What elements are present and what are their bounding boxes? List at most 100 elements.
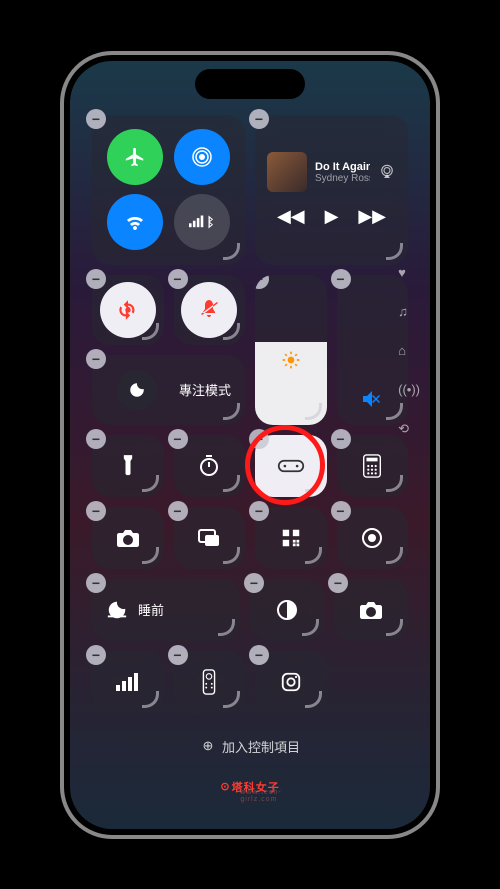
resize-handle[interactable]	[307, 693, 325, 711]
resize-handle[interactable]	[307, 477, 325, 495]
remove-button[interactable]: −	[331, 269, 351, 289]
sleep-label: 睡前	[138, 600, 164, 619]
screen-mirroring-tile[interactable]: −	[174, 507, 246, 569]
rewind-button[interactable]: ◀◀	[277, 206, 305, 227]
resize-handle[interactable]	[144, 477, 162, 495]
focus-mode-tile[interactable]: − 專注模式	[92, 355, 245, 425]
timer-icon	[197, 454, 221, 478]
airdrop-icon	[190, 145, 214, 169]
watermark-logo-icon: ⊙	[220, 780, 229, 793]
sleep-tile[interactable]: − 睡前	[92, 579, 240, 641]
dark-mode-tile[interactable]: −	[250, 579, 324, 641]
calculator-tile[interactable]: −	[337, 435, 409, 497]
remove-button[interactable]: −	[86, 645, 106, 665]
resize-handle[interactable]	[144, 693, 162, 711]
play-button[interactable]: ▶	[325, 206, 339, 227]
connectivity-group[interactable]: −	[92, 115, 245, 265]
cellular-bluetooth-icon	[189, 213, 215, 231]
camera-tile[interactable]: −	[92, 507, 164, 569]
broadcast-icon: ((•))	[398, 382, 420, 397]
camera-tile-2[interactable]: −	[334, 579, 408, 641]
resize-handle[interactable]	[388, 549, 406, 567]
remove-button[interactable]: −	[244, 573, 264, 593]
remote-tile[interactable]: −	[174, 651, 246, 713]
resize-handle[interactable]	[304, 621, 322, 639]
airplane-icon	[124, 146, 146, 168]
remove-button[interactable]: −	[249, 645, 269, 665]
resize-handle[interactable]	[225, 405, 243, 423]
flashlight-icon	[118, 453, 138, 479]
heart-icon: ♥	[398, 265, 420, 280]
remove-button[interactable]: −	[255, 275, 269, 289]
rotation-lock-tile[interactable]: −	[92, 275, 164, 345]
forward-button[interactable]: ▶▶	[358, 206, 386, 227]
remove-button[interactable]: −	[86, 429, 106, 449]
game-controller-tile[interactable]: −	[255, 435, 327, 497]
resize-handle[interactable]	[144, 549, 162, 567]
add-control-button[interactable]: ⊕ 加入控制項目	[92, 723, 408, 760]
remove-button[interactable]: −	[86, 501, 106, 521]
resize-handle[interactable]	[225, 693, 243, 711]
media-artist: Sydney Ross Mitch	[315, 173, 370, 184]
screen-record-icon	[360, 526, 384, 550]
plus-icon: ⊕	[200, 738, 216, 754]
screen-record-tile[interactable]: −	[337, 507, 409, 569]
phone-frame: ♥ ♫ ⌂ ((•)) ⟲ −	[60, 51, 440, 839]
remove-button[interactable]: −	[86, 269, 106, 289]
remove-button[interactable]: −	[331, 501, 351, 521]
remove-button[interactable]: −	[86, 109, 106, 129]
resize-handle[interactable]	[225, 549, 243, 567]
remove-button[interactable]: −	[86, 573, 106, 593]
remove-button[interactable]: −	[168, 645, 188, 665]
speaker-mute-icon	[360, 387, 384, 411]
loop-icon: ⟲	[398, 421, 420, 437]
rotation-lock-icon	[115, 297, 141, 323]
music-note-icon: ♫	[398, 304, 420, 319]
page-indicators[interactable]: ♥ ♫ ⌂ ((•)) ⟲	[398, 265, 420, 437]
cellular-bluetooth-toggle[interactable]	[174, 194, 230, 250]
bed-moon-icon	[106, 599, 128, 621]
remove-button[interactable]: −	[86, 349, 106, 369]
camera-icon	[359, 600, 383, 620]
flashlight-tile[interactable]: −	[92, 435, 164, 497]
remove-button[interactable]: −	[168, 269, 188, 289]
silent-bell-icon	[197, 298, 221, 322]
qr-scanner-icon	[280, 527, 302, 549]
social-icon	[280, 671, 302, 693]
remove-button[interactable]: −	[249, 429, 269, 449]
remove-button[interactable]: −	[168, 501, 188, 521]
remove-button[interactable]: −	[331, 429, 351, 449]
cellular-bars-icon	[116, 673, 140, 691]
resize-handle[interactable]	[220, 621, 238, 639]
album-art	[267, 152, 307, 192]
qr-scanner-tile[interactable]: −	[255, 507, 327, 569]
resize-handle[interactable]	[307, 549, 325, 567]
game-controller-icon	[277, 456, 305, 476]
moon-icon	[128, 381, 146, 399]
brightness-slider[interactable]: −	[255, 275, 327, 425]
remove-button[interactable]: −	[168, 429, 188, 449]
remove-button[interactable]: −	[249, 501, 269, 521]
resize-handle[interactable]	[388, 245, 406, 263]
airplay-icon[interactable]	[378, 163, 396, 181]
resize-handle[interactable]	[388, 477, 406, 495]
cellular-bars-tile[interactable]: −	[92, 651, 164, 713]
social-tile[interactable]: −	[255, 651, 327, 713]
watermark-url: www.tech-girlz.com	[240, 789, 281, 803]
wifi-icon	[123, 210, 147, 234]
wifi-toggle[interactable]	[107, 194, 163, 250]
timer-tile[interactable]: −	[174, 435, 246, 497]
airplane-mode-toggle[interactable]	[107, 129, 163, 185]
watermark: ⊙ 塔科女子 www.tech-girlz.com	[220, 779, 279, 795]
camera-icon	[116, 528, 140, 548]
resize-handle[interactable]	[388, 621, 406, 639]
remove-button[interactable]: −	[328, 573, 348, 593]
silent-mode-tile[interactable]: −	[174, 275, 246, 345]
media-playback-tile[interactable]: − Do It Again Sydney Ross Mitch ◀◀ ▶ ▶▶	[255, 115, 408, 265]
resize-handle[interactable]	[225, 245, 243, 263]
sun-icon	[281, 350, 301, 370]
resize-handle[interactable]	[225, 477, 243, 495]
remove-button[interactable]: −	[249, 109, 269, 129]
airdrop-toggle[interactable]	[174, 129, 230, 185]
empty-slot	[337, 651, 409, 713]
